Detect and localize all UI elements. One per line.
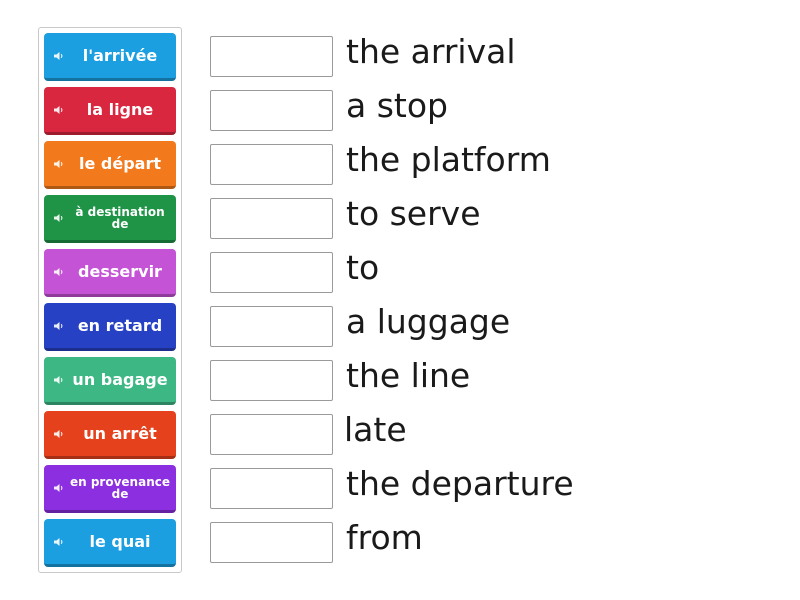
speaker-icon[interactable] (53, 266, 65, 278)
speaker-icon[interactable] (53, 158, 65, 170)
answer-tile[interactable]: un arrêt (44, 411, 176, 459)
speaker-icon[interactable] (53, 104, 65, 116)
speaker-icon[interactable] (53, 212, 65, 224)
english-word: the arrival (346, 32, 516, 71)
english-word: late (344, 410, 407, 449)
english-word: to (346, 248, 380, 287)
answer-tile[interactable]: à destination de (44, 195, 176, 243)
answer-tile[interactable]: en provenance de (44, 465, 176, 513)
speaker-icon[interactable] (53, 428, 65, 440)
drop-slot[interactable] (210, 252, 333, 293)
english-word: a luggage (346, 302, 511, 341)
drop-slot[interactable] (210, 198, 333, 239)
answer-tile[interactable]: la ligne (44, 87, 176, 135)
answer-tile-panel: l'arrivée la ligne le départ à destinati… (38, 27, 182, 573)
answer-tile[interactable]: en retard (44, 303, 176, 351)
speaker-icon[interactable] (53, 482, 65, 494)
english-word: from (346, 518, 423, 557)
answer-tile[interactable]: desservir (44, 249, 176, 297)
drop-slot[interactable] (210, 306, 333, 347)
drop-slot[interactable] (210, 144, 333, 185)
english-word: to serve (346, 194, 481, 233)
english-word: the platform (346, 140, 551, 179)
english-word: a stop (346, 86, 448, 125)
english-word: the departure (346, 464, 574, 503)
drop-slot[interactable] (210, 414, 333, 455)
speaker-icon[interactable] (53, 536, 65, 548)
drop-slot[interactable] (210, 90, 333, 131)
speaker-icon[interactable] (53, 320, 65, 332)
answer-tile[interactable]: l'arrivée (44, 33, 176, 81)
drop-slot[interactable] (210, 468, 333, 509)
drop-slot[interactable] (210, 36, 333, 77)
speaker-icon[interactable] (53, 374, 65, 386)
answer-tile[interactable]: le départ (44, 141, 176, 189)
english-word: the line (346, 356, 471, 395)
drop-slot[interactable] (210, 360, 333, 401)
answer-tile[interactable]: un bagage (44, 357, 176, 405)
speaker-icon[interactable] (53, 50, 65, 62)
drop-slot[interactable] (210, 522, 333, 563)
answer-tile[interactable]: le quai (44, 519, 176, 567)
